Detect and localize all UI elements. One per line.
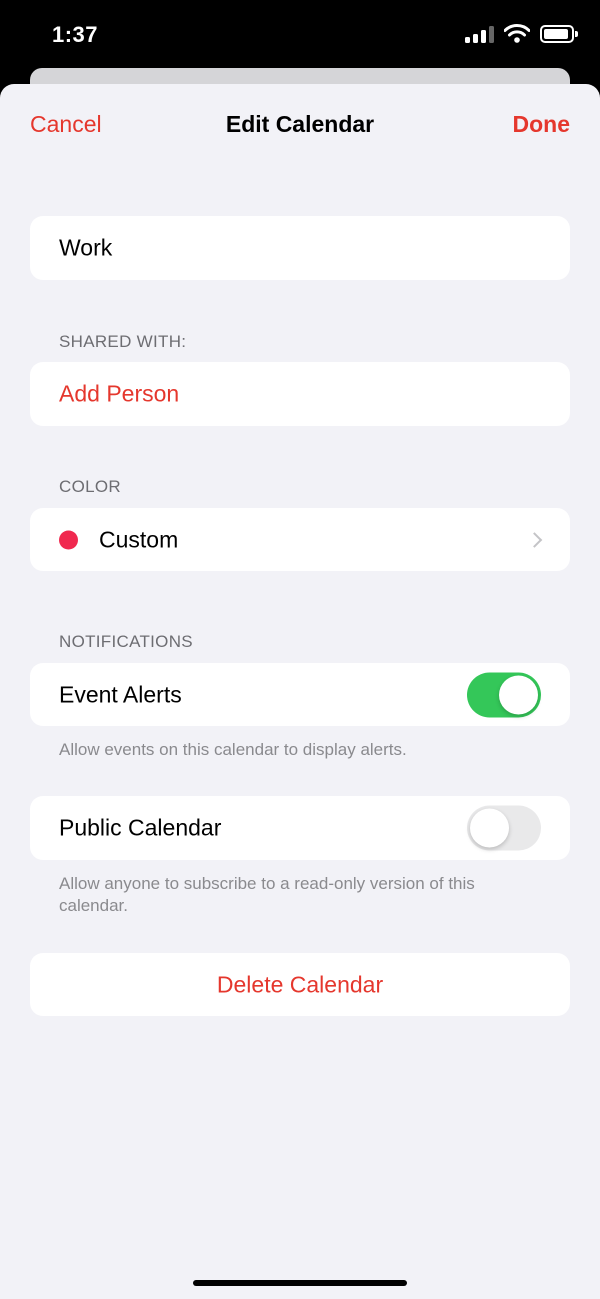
cellular-signal-icon bbox=[465, 25, 494, 43]
calendar-name-value: Work bbox=[59, 234, 113, 261]
event-alerts-row: Event Alerts bbox=[30, 663, 570, 726]
delete-calendar-button[interactable]: Delete Calendar bbox=[30, 953, 570, 1016]
home-indicator bbox=[193, 1280, 407, 1286]
notifications-header: NOTIFICATIONS bbox=[59, 632, 193, 651]
color-label: Custom bbox=[99, 526, 179, 552]
event-alerts-note: Allow events on this calendar to display… bbox=[59, 740, 407, 759]
delete-calendar-label: Delete Calendar bbox=[216, 971, 384, 997]
shared-with-header: SHARED WITH: bbox=[59, 332, 187, 351]
chevron-right-icon bbox=[526, 531, 543, 548]
public-calendar-note: Allow anyone to subscribe to a read-only… bbox=[59, 874, 475, 915]
color-header: COLOR bbox=[59, 477, 121, 496]
public-calendar-toggle[interactable] bbox=[467, 805, 541, 851]
navigation-bar: Cancel Edit Calendar Done bbox=[0, 84, 600, 166]
calendar-name-field[interactable]: Work bbox=[30, 216, 570, 280]
color-row[interactable]: Custom bbox=[30, 508, 570, 571]
public-calendar-row: Public Calendar bbox=[30, 796, 570, 860]
event-alerts-toggle[interactable] bbox=[467, 672, 541, 717]
toggle-knob bbox=[470, 808, 509, 848]
status-icons bbox=[465, 24, 578, 43]
toggle-knob bbox=[499, 675, 538, 714]
add-person-button[interactable]: Add Person bbox=[30, 362, 570, 426]
page-title: Edit Calendar bbox=[225, 111, 375, 137]
wifi-icon bbox=[504, 24, 530, 43]
status-bar: 1:37 bbox=[0, 0, 600, 70]
done-button[interactable]: Done bbox=[513, 111, 571, 138]
add-person-label: Add Person bbox=[59, 380, 180, 407]
battery-icon bbox=[540, 24, 578, 43]
color-swatch bbox=[59, 530, 78, 549]
status-time: 1:37 bbox=[52, 22, 99, 47]
public-calendar-label: Public Calendar bbox=[59, 814, 222, 841]
edit-calendar-sheet: Cancel Edit Calendar Done Work SHARED WI… bbox=[0, 84, 600, 1299]
event-alerts-label: Event Alerts bbox=[59, 681, 182, 707]
